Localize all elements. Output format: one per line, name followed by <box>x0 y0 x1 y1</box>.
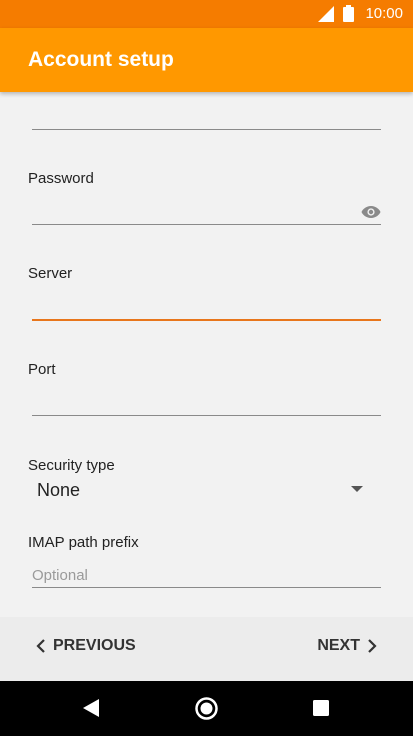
imap-path-prefix-label: IMAP path prefix <box>28 534 139 551</box>
previous-label: PREVIOUS <box>53 637 136 654</box>
next-button[interactable]: NEXT <box>317 637 377 655</box>
dropdown-arrow-icon[interactable] <box>351 486 363 492</box>
status-bar: 10:00 <box>0 0 413 28</box>
back-icon[interactable] <box>82 698 100 718</box>
security-type-select[interactable]: None <box>37 480 80 501</box>
app-bar: Account setup <box>0 28 413 92</box>
imap-path-prefix-input[interactable]: Optional <box>32 567 88 584</box>
eye-icon[interactable] <box>361 205 381 219</box>
chevron-left-icon <box>36 639 45 653</box>
server-label: Server <box>28 265 73 282</box>
home-icon[interactable] <box>195 697 218 720</box>
status-time: 10:00 <box>365 5 403 22</box>
system-nav-bar <box>0 681 413 736</box>
password-label: Password <box>28 170 94 187</box>
previous-button[interactable]: PREVIOUS <box>36 637 136 655</box>
imap-path-prefix-underline <box>32 587 381 588</box>
server-field[interactable] <box>32 319 381 321</box>
footer-actions: PREVIOUS NEXT <box>0 617 413 681</box>
account-setup-form: Password Server Port Security type None … <box>0 92 413 617</box>
username-field-underline[interactable] <box>32 129 381 130</box>
signal-icon <box>318 6 334 22</box>
port-label: Port <box>28 361 56 378</box>
password-field[interactable] <box>32 224 381 225</box>
next-label: NEXT <box>317 637 360 654</box>
battery-icon <box>343 5 354 22</box>
page-title: Account setup <box>28 48 174 71</box>
recents-icon[interactable] <box>312 699 330 717</box>
security-type-label: Security type <box>28 457 115 474</box>
port-field[interactable] <box>32 415 381 416</box>
chevron-right-icon <box>368 639 377 653</box>
